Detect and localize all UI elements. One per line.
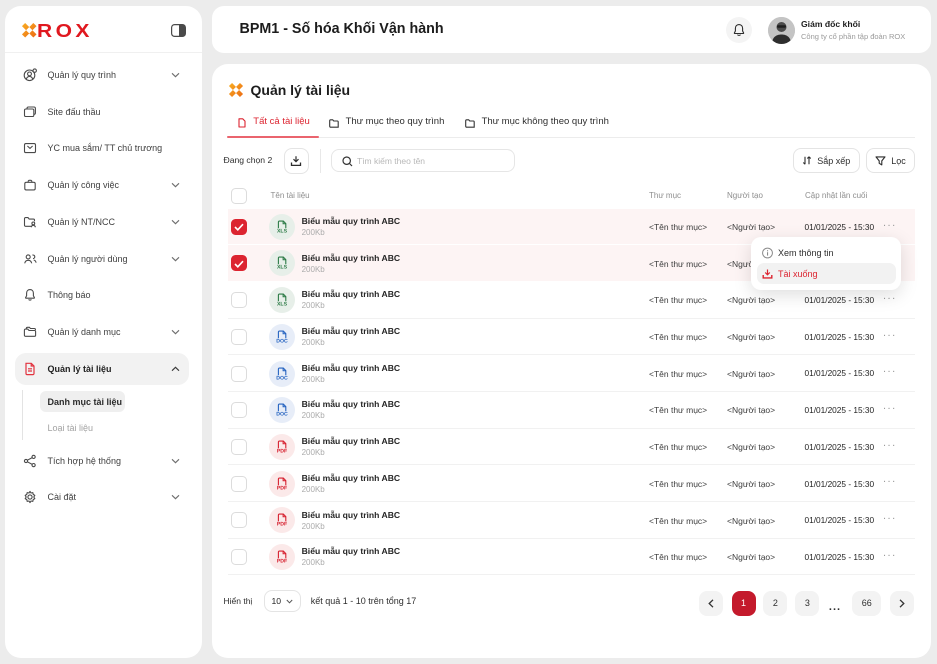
- svg-text:PDF: PDF: [277, 449, 287, 454]
- svg-text:DOC: DOC: [276, 375, 288, 380]
- svg-text:DOC: DOC: [276, 412, 288, 417]
- svg-text:XLS: XLS: [277, 228, 288, 233]
- svg-text:PDF: PDF: [277, 522, 287, 527]
- svg-text:PDF: PDF: [277, 485, 287, 490]
- svg-text:XLS: XLS: [277, 302, 288, 307]
- svg-text:PDF: PDF: [277, 559, 287, 564]
- svg-text:DOC: DOC: [276, 338, 288, 343]
- svg-text:XLS: XLS: [277, 265, 288, 270]
